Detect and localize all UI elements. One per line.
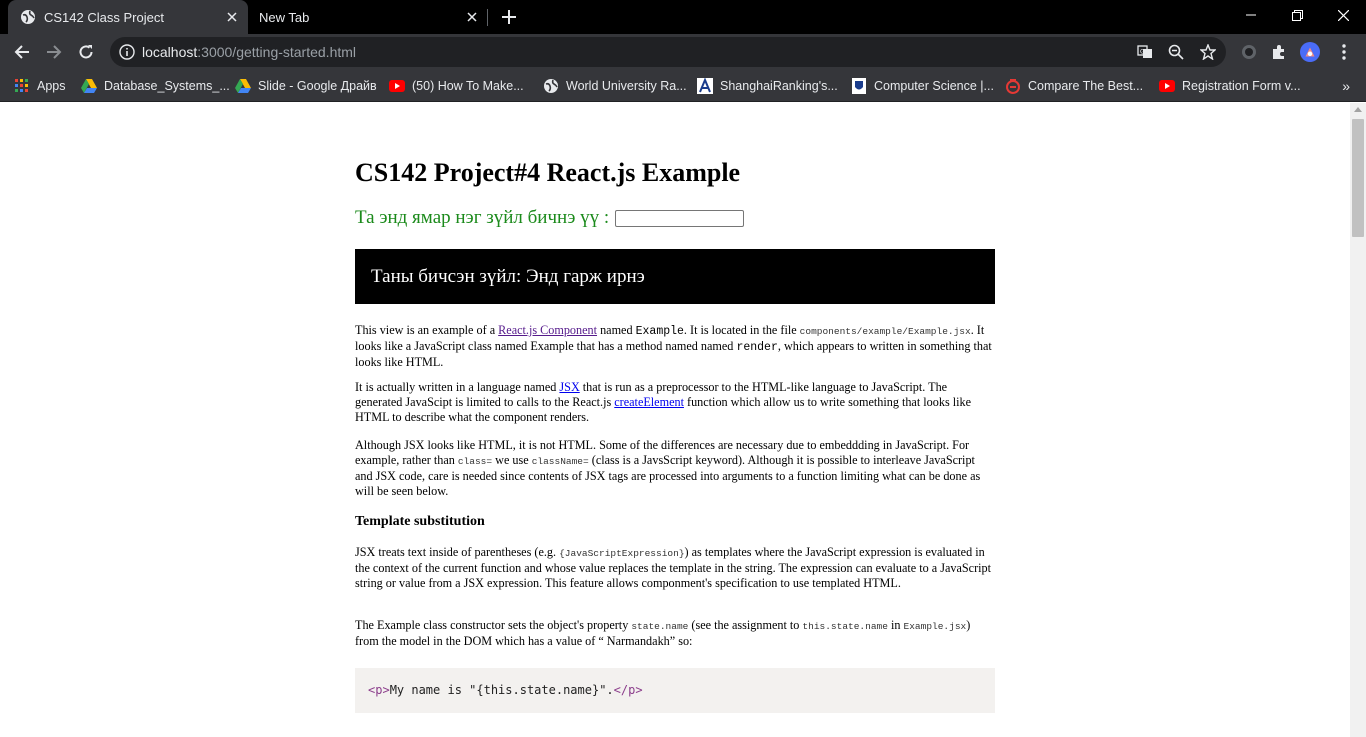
zoom-icon[interactable]: [1168, 44, 1184, 60]
bookmark-registration-form[interactable]: Registration Form v...: [1159, 76, 1301, 96]
close-window-button[interactable]: [1320, 0, 1366, 30]
back-button[interactable]: [9, 39, 35, 65]
section-heading-template: Template substitution: [355, 514, 485, 529]
scroll-up-arrow-icon[interactable]: [1354, 107, 1362, 112]
close-tab-icon[interactable]: [462, 7, 482, 27]
bookmarks-bar: Apps Database_Systems_... Slide - Google…: [0, 70, 1366, 102]
globe-icon: [20, 9, 36, 25]
bookmark-world-university[interactable]: World University Ra...: [543, 76, 687, 96]
output-text: Таны бичсэн зүйл: Энд гарж ирнэ: [371, 265, 645, 287]
forward-button[interactable]: [41, 39, 67, 65]
arrow-right-icon: [47, 45, 62, 59]
jsx-link[interactable]: JSX: [559, 380, 579, 394]
apps-grid-icon: [14, 78, 30, 94]
bookmark-label: Apps: [37, 79, 66, 93]
google-drive-icon: [81, 78, 97, 94]
bookmark-label: (50) How To Make...: [412, 79, 524, 93]
paragraph-jsx-differences: Although JSX looks like HTML, it is not …: [355, 438, 981, 498]
scrollbar-thumb[interactable]: [1352, 119, 1364, 237]
plus-icon: [502, 10, 516, 24]
compare-icon: [1005, 78, 1021, 94]
bookmark-shanghai-ranking[interactable]: ShanghaiRanking's...: [697, 76, 838, 96]
extensions-puzzle-icon[interactable]: [1269, 42, 1289, 62]
bookmark-how-to-make[interactable]: (50) How To Make...: [389, 76, 524, 96]
profile-avatar-icon[interactable]: [1300, 42, 1320, 62]
bookmark-apps[interactable]: Apps: [14, 76, 66, 96]
globe-icon: [543, 78, 559, 94]
paragraph-template: JSX treats text inside of parentheses (e…: [355, 545, 992, 590]
paragraph-intro: This view is an example of a React.js Co…: [355, 323, 992, 369]
page-viewport: CS142 Project#4 React.js Example Та энд …: [0, 103, 1350, 737]
tab-separator: [487, 9, 488, 26]
tab-strip: CS142 Class Project New Tab: [0, 0, 1366, 34]
restore-button[interactable]: [1274, 0, 1320, 30]
info-icon[interactable]: [119, 44, 135, 60]
bookmark-computer-science[interactable]: Computer Science |...: [851, 76, 994, 96]
motto-row: Та энд ямар нэг зүйл бичнэ үү :: [355, 207, 745, 229]
minimize-button[interactable]: [1228, 0, 1274, 30]
bookmark-compare-the-best[interactable]: Compare The Best...: [1005, 76, 1143, 96]
url-text[interactable]: localhost:3000/getting-started.html: [142, 44, 356, 60]
restore-icon: [1291, 9, 1303, 21]
bookmark-label: World University Ra...: [566, 79, 687, 93]
shanghai-ranking-icon: [697, 78, 713, 94]
menu-kebab-icon[interactable]: [1334, 42, 1354, 62]
bookmark-slide-google-drive[interactable]: Slide - Google Драйв: [235, 76, 377, 96]
paragraph-state: The Example class constructor sets the o…: [355, 618, 971, 648]
close-tab-icon[interactable]: [222, 7, 242, 27]
motto-label: Та энд ямар нэг зүйл бичнэ үү :: [355, 207, 610, 228]
new-tab-button[interactable]: [499, 7, 519, 27]
tab-title: CS142 Class Project: [44, 9, 164, 25]
youtube-icon: [1159, 78, 1175, 94]
bookmark-label: Compare The Best...: [1028, 79, 1144, 93]
tab-cs142-class-project[interactable]: CS142 Class Project: [8, 0, 248, 34]
google-drive-icon: [235, 78, 251, 94]
bookmark-label: ShanghaiRanking's...: [720, 79, 838, 93]
reload-button[interactable]: [73, 39, 99, 65]
tab-title: New Tab: [259, 9, 310, 25]
arrow-left-icon: [14, 45, 29, 59]
svg-text:G: G: [1140, 49, 1145, 56]
address-bar[interactable]: localhost:3000/getting-started.html G: [110, 37, 1226, 67]
university-icon: [851, 78, 867, 94]
motto-input[interactable]: [615, 209, 745, 227]
youtube-icon: [389, 78, 405, 94]
bookmark-label: Slide - Google Драйв: [258, 79, 377, 93]
create-element-link[interactable]: createElement: [614, 395, 684, 409]
page-title: CS142 Project#4 React.js Example: [355, 158, 741, 187]
minimize-icon: [1246, 14, 1256, 16]
chevron-double-right-icon[interactable]: »: [1342, 78, 1350, 94]
bookmark-database-systems[interactable]: Database_Systems_...: [81, 76, 230, 96]
close-icon: [1337, 9, 1349, 21]
reload-icon: [79, 45, 93, 59]
bookmark-label: Computer Science |...: [874, 79, 994, 93]
star-icon[interactable]: [1200, 44, 1216, 60]
translate-icon[interactable]: G: [1137, 44, 1153, 60]
vertical-scrollbar[interactable]: [1350, 103, 1366, 737]
paragraph-jsx: It is actually written in a language nam…: [355, 380, 972, 424]
bookmark-label: Registration Form v...: [1182, 79, 1301, 93]
bookmark-label: Database_Systems_...: [104, 79, 230, 93]
browser-toolbar: localhost:3000/getting-started.html G: [0, 34, 1366, 70]
extension-dark-icon[interactable]: [1239, 42, 1259, 62]
output-banner: Таны бичсэн зүйл: Энд гарж ирнэ: [355, 249, 995, 304]
code-example: <p>My name is "{this.state.name}".</p>: [355, 668, 995, 713]
react-component-link[interactable]: React.js Component: [498, 323, 597, 337]
tab-new-tab[interactable]: New Tab: [248, 0, 488, 34]
